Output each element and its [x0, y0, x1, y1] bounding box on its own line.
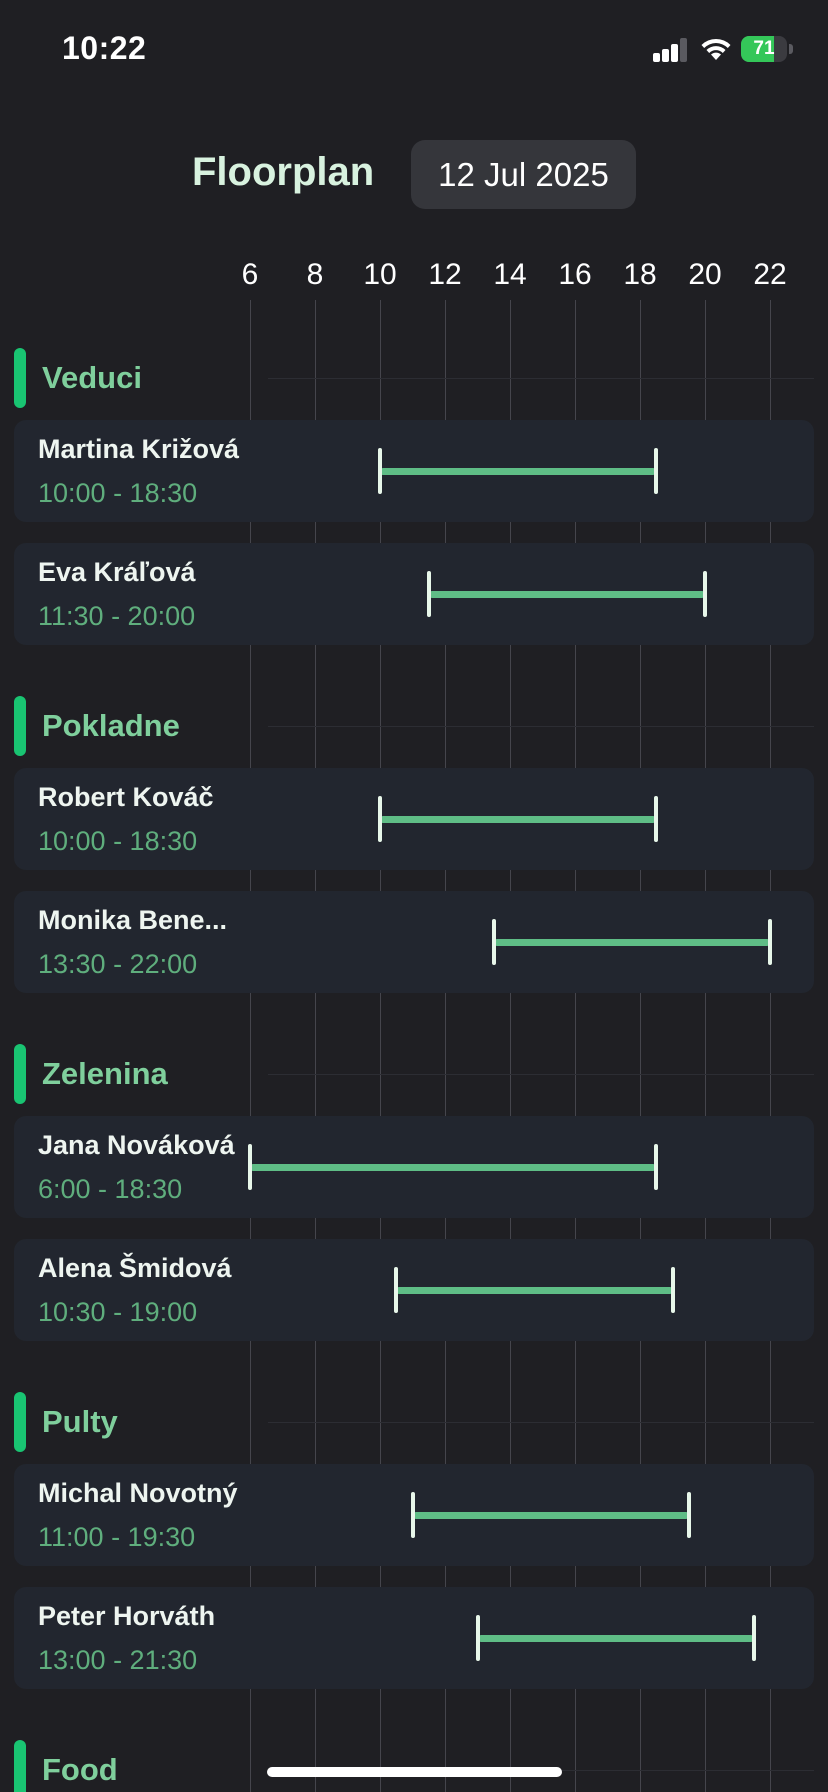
shift-start-handle[interactable]	[394, 1267, 399, 1313]
shift-bar[interactable]	[428, 591, 705, 598]
axis-grid-line	[250, 300, 251, 1792]
group-divider	[268, 1074, 814, 1075]
employee-name: Eva Kráľová	[38, 557, 196, 587]
shift-end-handle[interactable]	[751, 1615, 756, 1661]
shift-time: 13:30 - 22:00	[38, 949, 198, 979]
shift-bar[interactable]	[412, 1512, 689, 1519]
page-title: Floorplan	[192, 150, 375, 194]
employee-name: Alena Šmidová	[38, 1253, 232, 1283]
axis-grid-line	[770, 300, 771, 1792]
shift-start-handle[interactable]	[410, 1492, 415, 1538]
group-indicator	[14, 696, 26, 756]
axis-hour-label: 12	[428, 258, 462, 291]
axis-hour-label: 18	[623, 258, 657, 291]
shift-start-handle[interactable]	[475, 1615, 480, 1661]
shift-end-handle[interactable]	[654, 796, 659, 842]
axis-grid-line	[705, 300, 706, 1792]
axis-hour-label: 14	[493, 258, 527, 291]
group-title: Veduci	[42, 360, 142, 395]
group-indicator	[14, 348, 26, 408]
employee-name: Jana Nováková	[38, 1130, 235, 1160]
employee-name: Michal Novotný	[38, 1478, 238, 1508]
axis-grid-line	[380, 300, 381, 1792]
axis-grid-line	[510, 300, 511, 1792]
axis-grid-line	[445, 300, 446, 1792]
battery-icon: 71	[741, 36, 793, 62]
employee-name: Peter Horváth	[38, 1601, 216, 1631]
group-divider	[268, 726, 814, 727]
shift-start-handle[interactable]	[248, 1144, 252, 1190]
date-picker-button[interactable]: 12 Jul 2025	[411, 140, 636, 209]
shift-bar[interactable]	[380, 816, 657, 823]
shift-end-handle[interactable]	[670, 1267, 675, 1313]
shift-start-handle[interactable]	[426, 571, 431, 617]
shift-end-handle[interactable]	[654, 448, 659, 494]
home-indicator[interactable]	[267, 1767, 562, 1777]
shift-end-handle[interactable]	[768, 919, 772, 965]
battery-percent: 71	[753, 38, 775, 59]
employee-name: Robert Kováč	[38, 782, 214, 812]
shift-bar[interactable]	[250, 1164, 657, 1171]
shift-start-handle[interactable]	[491, 919, 496, 965]
shift-time: 13:00 - 21:30	[38, 1645, 198, 1675]
employee-name: Monika Bene...	[38, 905, 228, 935]
employee-name: Martina Križová	[38, 434, 240, 464]
floorplan-screen: 10:22 71 Floorplan 12 Jul 2025 6 8 10 12 14 1…	[0, 0, 828, 1792]
axis-hour-label: 10	[363, 258, 397, 291]
shift-time: 6:00 - 18:30	[38, 1174, 183, 1204]
shift-start-handle[interactable]	[378, 796, 382, 842]
group-title: Pokladne	[42, 708, 180, 743]
shift-time: 10:30 - 19:00	[38, 1297, 198, 1327]
group-indicator	[14, 1740, 26, 1792]
group-title: Zelenina	[42, 1056, 168, 1091]
shift-bar[interactable]	[493, 939, 770, 946]
shift-time: 11:30 - 20:00	[38, 601, 196, 631]
shift-time: 10:00 - 18:30	[38, 826, 198, 856]
shift-bar[interactable]	[477, 1635, 754, 1642]
group-title: Food	[42, 1752, 118, 1787]
group-divider	[268, 1422, 814, 1423]
cellular-signal-icon	[653, 38, 689, 62]
shift-end-handle[interactable]	[654, 1144, 659, 1190]
axis-grid-line	[640, 300, 641, 1792]
shift-time: 11:00 - 19:30	[38, 1522, 196, 1552]
status-bar: 10:22 71	[0, 0, 828, 100]
group-indicator	[14, 1392, 26, 1452]
shift-bar[interactable]	[396, 1287, 673, 1294]
axis-hour-label: 6	[241, 258, 259, 291]
axis-grid-line	[315, 300, 316, 1792]
status-time: 10:22	[62, 30, 147, 66]
axis-grid-line	[575, 300, 576, 1792]
axis-hour-label: 20	[688, 258, 722, 291]
shift-end-handle[interactable]	[703, 571, 707, 617]
group-title: Pulty	[42, 1404, 118, 1439]
group-indicator	[14, 1044, 26, 1104]
axis-hour-label: 8	[306, 258, 324, 291]
shift-end-handle[interactable]	[686, 1492, 691, 1538]
wifi-icon	[701, 38, 731, 60]
axis-hour-label: 16	[558, 258, 592, 291]
shift-start-handle[interactable]	[378, 448, 382, 494]
axis-hour-label: 22	[753, 258, 787, 291]
group-divider	[268, 378, 814, 379]
shift-bar[interactable]	[380, 468, 657, 475]
shift-time: 10:00 - 18:30	[38, 478, 198, 508]
